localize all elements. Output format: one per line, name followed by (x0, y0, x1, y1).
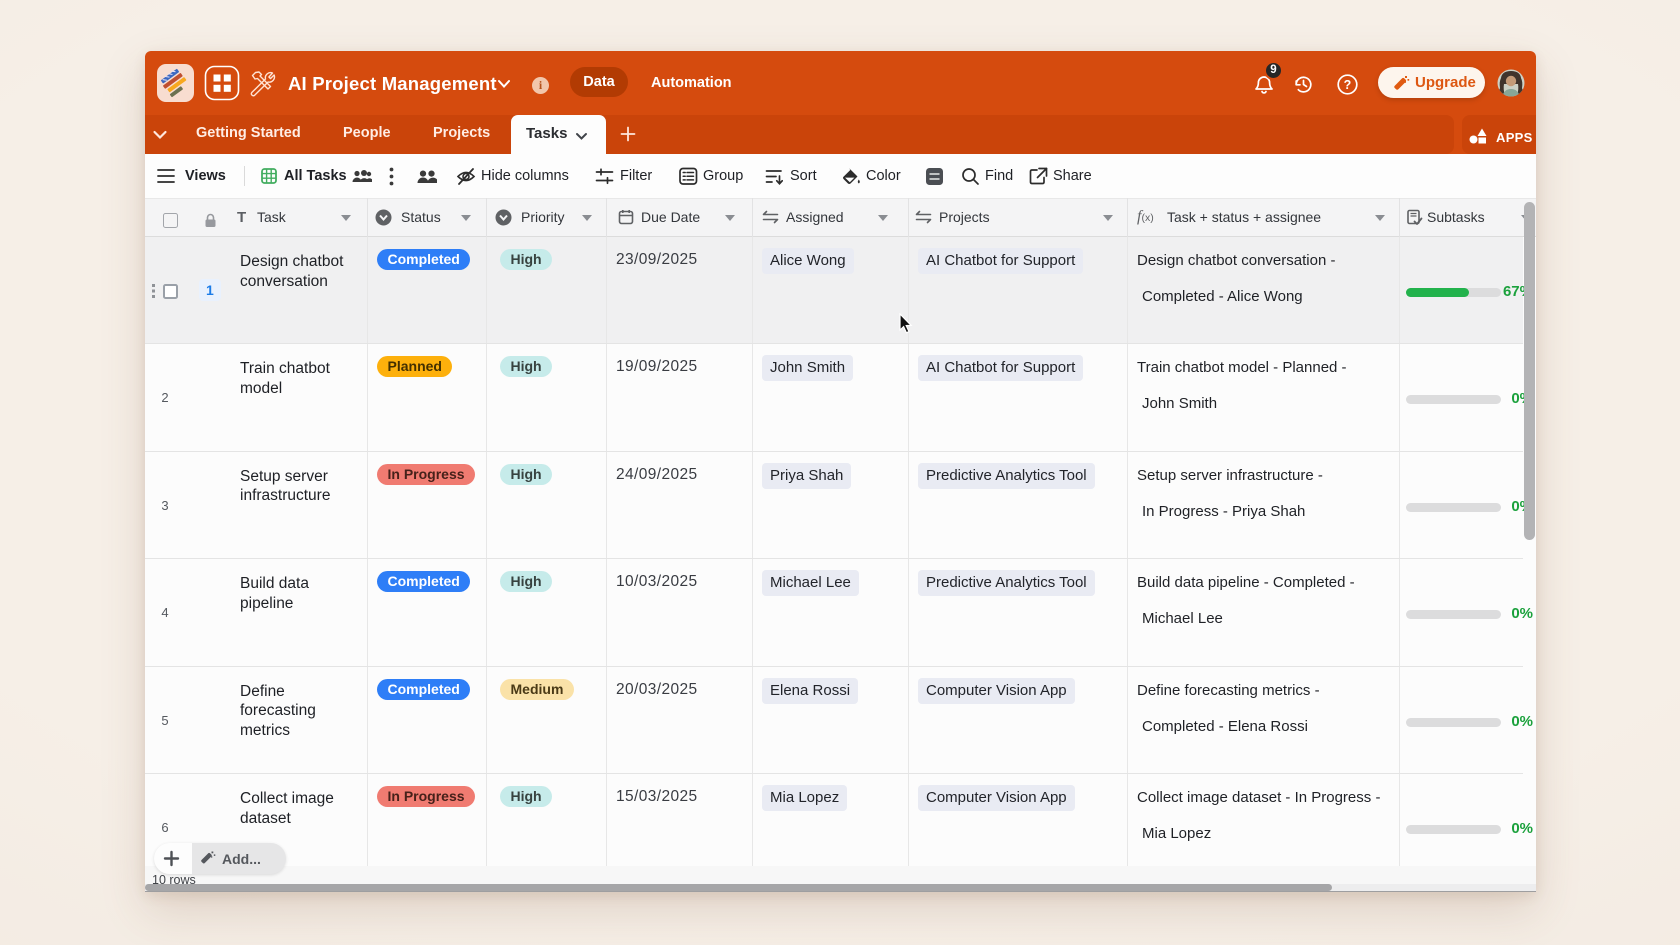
svg-text:?: ? (1344, 78, 1352, 92)
